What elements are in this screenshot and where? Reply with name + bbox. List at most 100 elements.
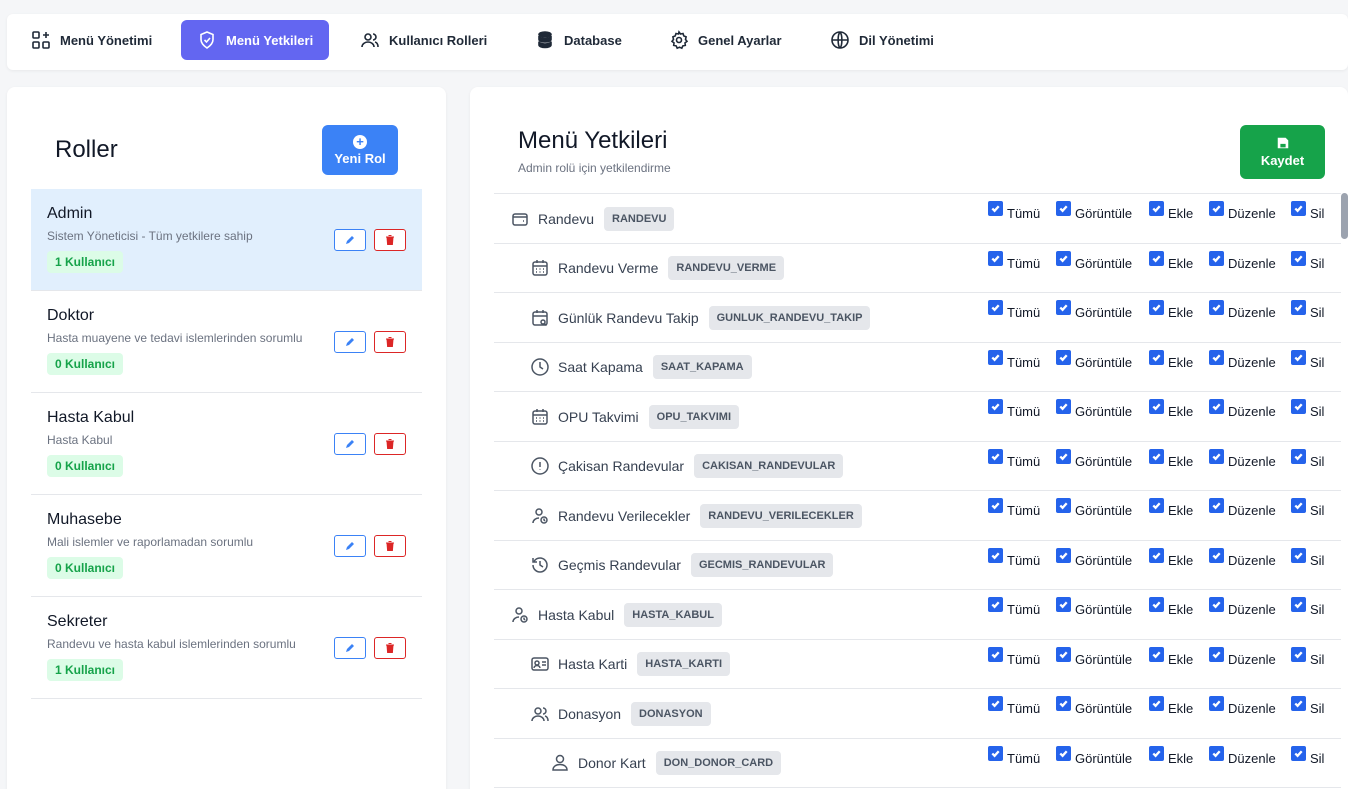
permission-checkbox[interactable]: Ekle — [1149, 349, 1193, 370]
role-item[interactable]: Sekreter Randevu ve hasta kabul islemleri… — [31, 597, 422, 699]
checkbox-checked[interactable] — [1209, 399, 1224, 414]
permission-checkbox[interactable]: Düzenle — [1209, 646, 1276, 667]
permission-checkbox[interactable]: Sil — [1291, 448, 1324, 469]
edit-role-button[interactable] — [334, 433, 366, 455]
delete-role-button[interactable] — [374, 229, 406, 251]
checkbox-checked[interactable] — [1149, 745, 1164, 761]
checkbox-checked[interactable] — [1149, 349, 1164, 365]
checkbox-checked[interactable] — [1209, 646, 1224, 662]
permission-checkbox[interactable]: Görüntüle — [1056, 201, 1132, 221]
checkbox-checked[interactable] — [988, 696, 1003, 711]
permission-checkbox[interactable]: Düzenle — [1209, 498, 1276, 518]
permission-checkbox[interactable]: Görüntüle — [1056, 250, 1132, 271]
permission-checkbox[interactable]: Ekle — [1149, 696, 1193, 716]
permission-checkbox[interactable]: Sil — [1291, 696, 1324, 716]
checkbox-checked[interactable] — [1291, 250, 1306, 266]
permission-checkbox[interactable]: Sil — [1291, 547, 1324, 568]
edit-role-button[interactable] — [334, 229, 366, 251]
checkbox-checked[interactable] — [988, 250, 1003, 266]
permission-checkbox[interactable]: Düzenle — [1209, 547, 1276, 568]
checkbox-checked[interactable] — [1056, 399, 1071, 414]
permission-checkbox[interactable]: Tümü — [988, 448, 1040, 469]
permission-checkbox[interactable]: Görüntüle — [1056, 498, 1132, 518]
permission-checkbox[interactable]: Düzenle — [1209, 696, 1276, 716]
checkbox-checked[interactable] — [1209, 300, 1224, 315]
checkbox-checked[interactable] — [1209, 448, 1224, 464]
role-item[interactable]: Doktor Hasta muayene ve tedavi islemlerin… — [31, 291, 422, 393]
permission-checkbox[interactable]: Görüntüle — [1056, 399, 1132, 419]
checkbox-checked[interactable] — [988, 745, 1003, 761]
checkbox-checked[interactable] — [1056, 646, 1071, 662]
scrollbar[interactable] — [1341, 193, 1348, 239]
checkbox-checked[interactable] — [1056, 696, 1071, 711]
permission-checkbox[interactable]: Tümü — [988, 646, 1040, 667]
checkbox-checked[interactable] — [1291, 597, 1306, 612]
checkbox-checked[interactable] — [1209, 696, 1224, 711]
checkbox-checked[interactable] — [1149, 597, 1164, 612]
checkbox-checked[interactable] — [1149, 448, 1164, 464]
tab-menu-yetkileri[interactable]: Menü Yetkileri — [181, 20, 330, 60]
checkbox-checked[interactable] — [1209, 498, 1224, 513]
checkbox-checked[interactable] — [1149, 498, 1164, 513]
permission-checkbox[interactable]: Düzenle — [1209, 448, 1276, 469]
checkbox-checked[interactable] — [988, 349, 1003, 365]
permission-checkbox[interactable]: Tümü — [988, 696, 1040, 716]
permission-checkbox[interactable]: Sil — [1291, 399, 1324, 419]
checkbox-checked[interactable] — [988, 547, 1003, 563]
permission-checkbox[interactable]: Ekle — [1149, 201, 1193, 221]
checkbox-checked[interactable] — [1291, 696, 1306, 711]
role-item[interactable]: Admin Sistem Yöneticisi - Tüm yetkilere s… — [31, 189, 422, 291]
new-role-button[interactable]: + Yeni Rol — [322, 125, 398, 175]
checkbox-checked[interactable] — [1291, 646, 1306, 662]
tab-genel-ayarlar[interactable]: Genel Ayarlar — [653, 20, 798, 60]
permission-checkbox[interactable]: Tümü — [988, 201, 1040, 221]
edit-role-button[interactable] — [334, 637, 366, 659]
permission-checkbox[interactable]: Sil — [1291, 597, 1324, 617]
tab-dil-yonetimi[interactable]: Dil Yönetimi — [814, 20, 950, 60]
permission-checkbox[interactable]: Düzenle — [1209, 399, 1276, 419]
permission-checkbox[interactable]: Sil — [1291, 745, 1324, 766]
edit-role-button[interactable] — [334, 331, 366, 353]
checkbox-checked[interactable] — [1291, 498, 1306, 513]
checkbox-checked[interactable] — [1149, 300, 1164, 315]
checkbox-checked[interactable] — [1149, 201, 1164, 216]
permission-checkbox[interactable]: Ekle — [1149, 547, 1193, 568]
permission-checkbox[interactable]: Ekle — [1149, 250, 1193, 271]
checkbox-checked[interactable] — [988, 399, 1003, 414]
checkbox-checked[interactable] — [1291, 201, 1306, 216]
checkbox-checked[interactable] — [1056, 448, 1071, 464]
permission-checkbox[interactable]: Tümü — [988, 547, 1040, 568]
checkbox-checked[interactable] — [1056, 300, 1071, 315]
checkbox-checked[interactable] — [1209, 745, 1224, 761]
checkbox-checked[interactable] — [1291, 745, 1306, 761]
checkbox-checked[interactable] — [1291, 547, 1306, 563]
permission-checkbox[interactable]: Ekle — [1149, 498, 1193, 518]
permission-checkbox[interactable]: Düzenle — [1209, 349, 1276, 370]
delete-role-button[interactable] — [374, 637, 406, 659]
checkbox-checked[interactable] — [988, 646, 1003, 662]
checkbox-checked[interactable] — [1056, 349, 1071, 365]
delete-role-button[interactable] — [374, 433, 406, 455]
permission-checkbox[interactable]: Ekle — [1149, 448, 1193, 469]
permission-checkbox[interactable]: Sil — [1291, 201, 1324, 221]
tab-menu-yonetimi[interactable]: Menü Yönetimi — [15, 20, 168, 60]
permission-checkbox[interactable]: Ekle — [1149, 597, 1193, 617]
checkbox-checked[interactable] — [1209, 201, 1224, 216]
checkbox-checked[interactable] — [1056, 745, 1071, 761]
permission-checkbox[interactable]: Tümü — [988, 745, 1040, 766]
permission-checkbox[interactable]: Görüntüle — [1056, 349, 1132, 370]
tab-database[interactable]: Database — [519, 20, 638, 60]
checkbox-checked[interactable] — [988, 300, 1003, 315]
checkbox-checked[interactable] — [1149, 250, 1164, 266]
permission-checkbox[interactable]: Görüntüle — [1056, 696, 1132, 716]
checkbox-checked[interactable] — [1209, 597, 1224, 612]
checkbox-checked[interactable] — [1149, 646, 1164, 662]
permission-checkbox[interactable]: Ekle — [1149, 646, 1193, 667]
permission-checkbox[interactable]: Tümü — [988, 399, 1040, 419]
delete-role-button[interactable] — [374, 535, 406, 557]
checkbox-checked[interactable] — [1056, 201, 1071, 216]
permission-checkbox[interactable]: Görüntüle — [1056, 745, 1132, 766]
permission-checkbox[interactable]: Düzenle — [1209, 300, 1276, 320]
permission-checkbox[interactable]: Sil — [1291, 349, 1324, 370]
permission-checkbox[interactable]: Tümü — [988, 498, 1040, 518]
